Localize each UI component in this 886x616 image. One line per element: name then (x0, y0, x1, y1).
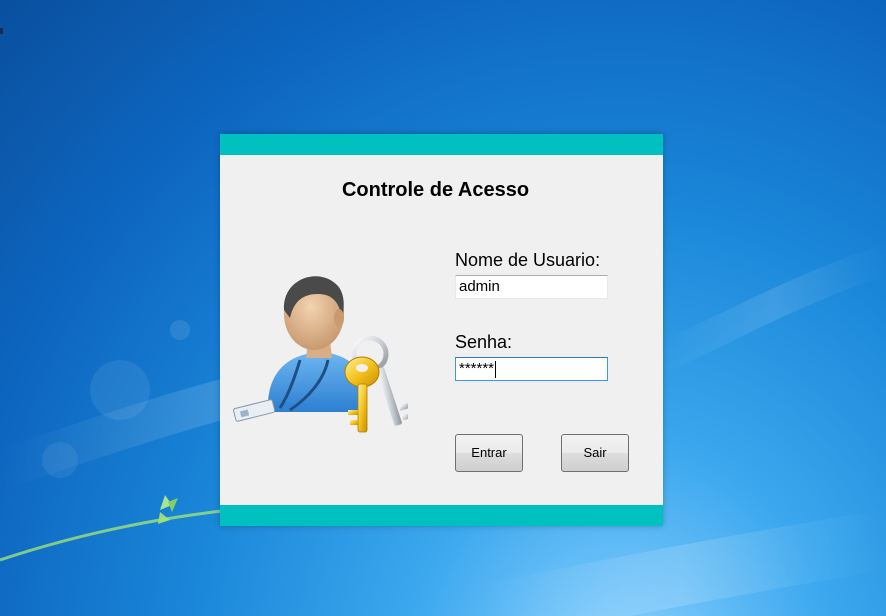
password-input[interactable]: ****** (455, 357, 608, 381)
username-value: admin (459, 278, 500, 295)
exit-button[interactable]: Sair (561, 434, 629, 472)
window-bottom-bar (220, 505, 663, 526)
enter-button[interactable]: Entrar (455, 434, 523, 472)
password-value: ****** (459, 360, 495, 377)
leaf-sprout-icon (158, 495, 178, 524)
password-label: Senha: (455, 332, 513, 352)
user-with-keys-icon (228, 262, 411, 434)
text-caret (495, 360, 497, 378)
page-title: Controle de Acesso (341, 179, 530, 201)
desktop-corner-mark (0, 28, 3, 34)
username-label: Nome de Usuario: (455, 250, 601, 270)
username-input[interactable]: admin (455, 275, 608, 299)
window-top-bar (220, 134, 663, 155)
login-window: Controle de Acesso Nome de Usuario: admi… (220, 134, 663, 526)
